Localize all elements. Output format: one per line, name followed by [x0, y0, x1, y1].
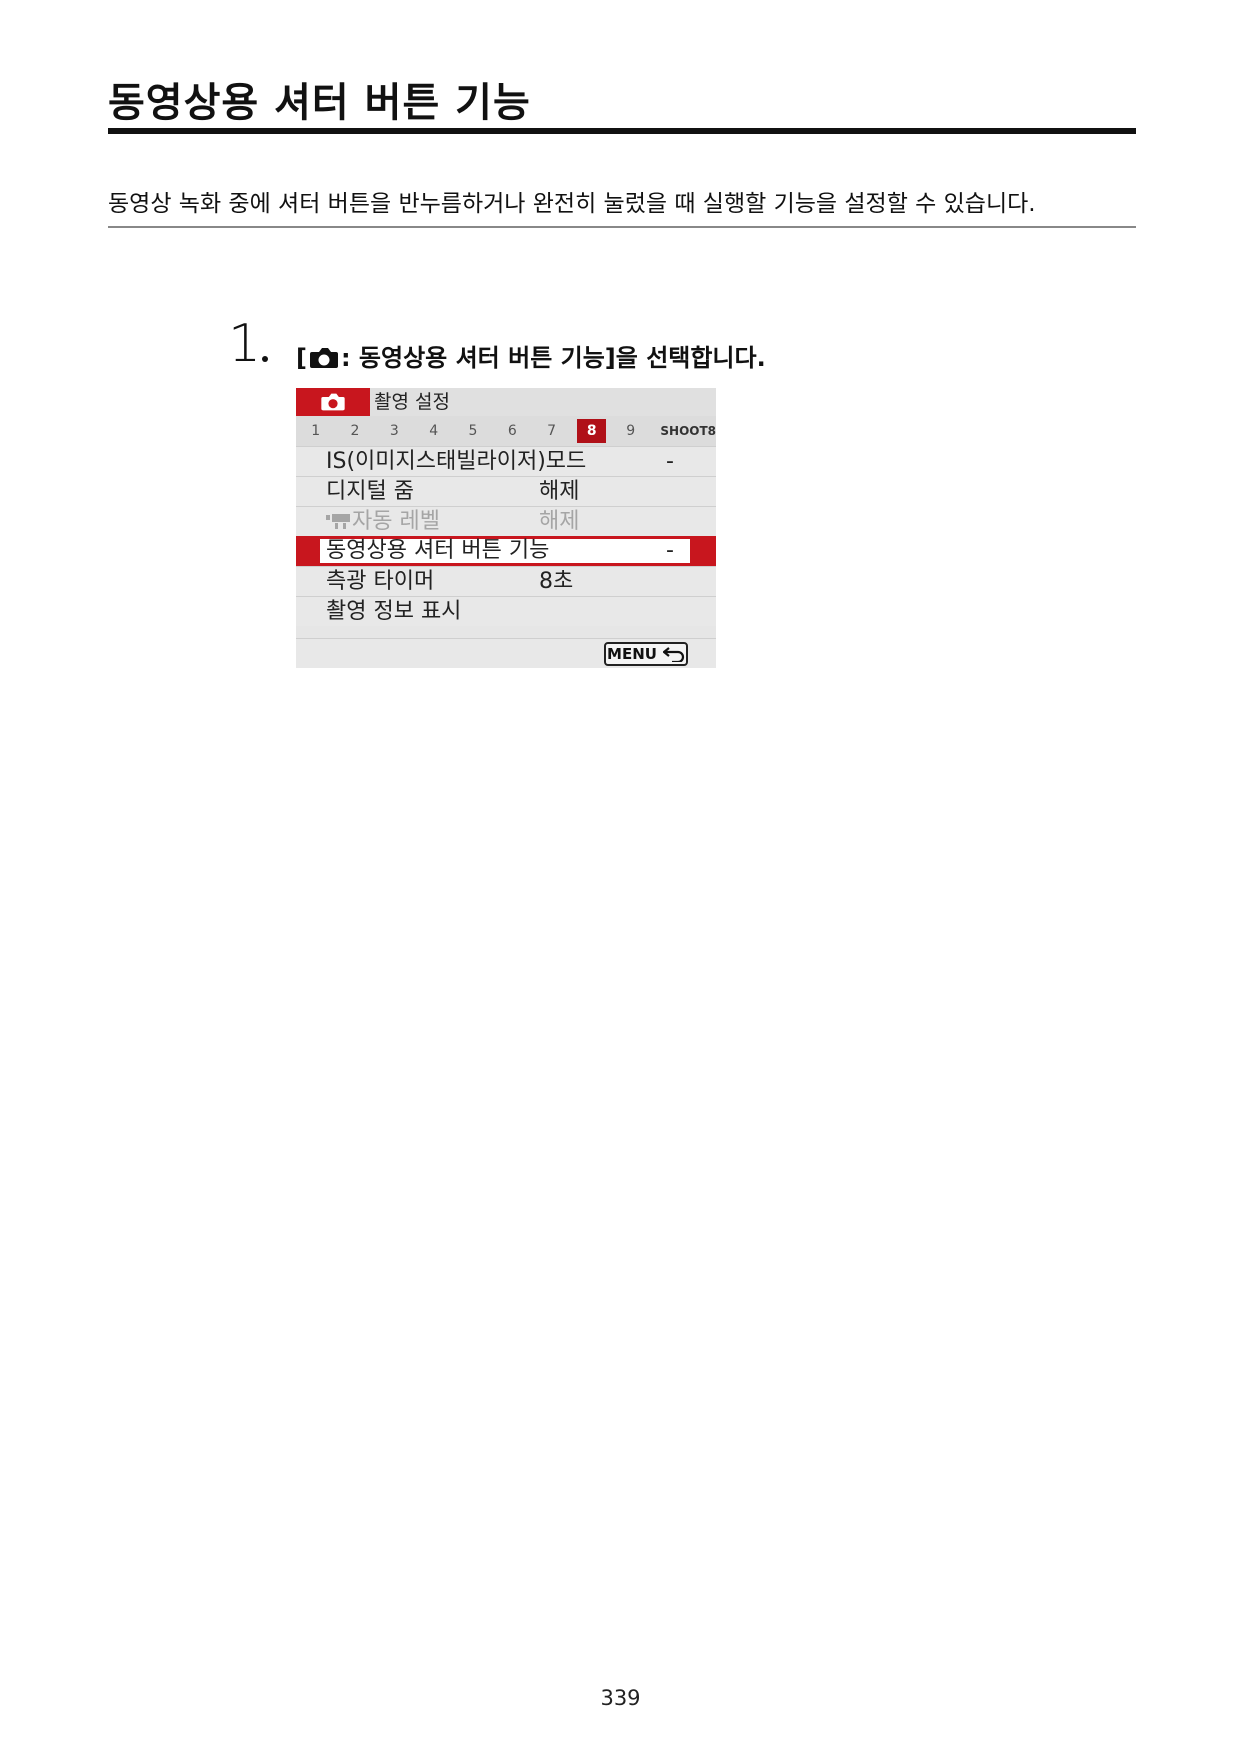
menu-page-selector: 1 2 3 4 5 6 7 8 9 SHOOT8	[296, 416, 716, 446]
camera-icon	[321, 393, 345, 411]
menu-page-7[interactable]: 7	[532, 423, 571, 439]
step-number: 1	[228, 314, 262, 374]
menu-page-4[interactable]: 4	[414, 423, 453, 439]
menu-item-text: 자동 레벨	[352, 509, 440, 534]
menu-page-tag: SHOOT8	[660, 424, 716, 438]
shooting-tab[interactable]	[296, 388, 370, 416]
menu-item-label: 측광 타이머	[326, 569, 435, 594]
page-number: 339	[600, 1686, 641, 1710]
menu-footer: MENU	[296, 638, 716, 668]
camera-menu-screen: 촬영 설정 1 2 3 4 5 6 7 8 9 SHOOT8 IS(이미지스태빌…	[296, 388, 716, 668]
movie-camera-icon	[326, 514, 350, 529]
menu-item-digital-zoom[interactable]: 디지털 줌 해제	[296, 476, 716, 506]
menu-back-button[interactable]: MENU	[604, 642, 688, 666]
menu-button-label: MENU	[607, 645, 657, 663]
menu-item-value: -	[666, 449, 674, 474]
menu-item-value: 8초	[539, 569, 574, 594]
menu-item-movie-shutter-button[interactable]: 동영상용 셔터 버튼 기능 -	[296, 536, 716, 566]
menu-item-label: IS(이미지스태빌라이저)모드	[326, 449, 587, 474]
page-title: 동영상용 셔터 버튼 기능	[108, 80, 531, 126]
menu-item-value: 해제	[539, 479, 580, 504]
step-label: : 동영상용 셔터 버튼 기능]을 선택합니다.	[340, 344, 766, 372]
menu-item-auto-level[interactable]: 자동 레벨 해제	[296, 506, 716, 536]
menu-page-1[interactable]: 1	[296, 423, 335, 439]
menu-page-2[interactable]: 2	[335, 423, 374, 439]
menu-item-label: 동영상용 셔터 버튼 기능	[326, 538, 550, 563]
menu-page-9[interactable]: 9	[611, 423, 650, 439]
menu-item-value: 해제	[539, 509, 580, 534]
intro-text: 동영상 녹화 중에 셔터 버튼을 반누름하거나 완전히 눌렀을 때 실행할 기능…	[108, 191, 1036, 217]
menu-page-3[interactable]: 3	[375, 423, 414, 439]
step-open-bracket: [	[296, 344, 307, 372]
menu-page-8-active[interactable]: 8	[577, 419, 607, 443]
menu-tab-title: 촬영 설정	[374, 391, 450, 413]
title-rule	[108, 128, 1136, 134]
menu-item-metering-timer[interactable]: 측광 타이머 8초	[296, 566, 716, 596]
return-arrow-icon	[662, 647, 684, 662]
intro-rule	[108, 226, 1136, 228]
step-instruction: [ : 동영상용 셔터 버튼 기능]을 선택합니다.	[296, 340, 766, 376]
menu-item-is-mode[interactable]: IS(이미지스태빌라이저)모드 -	[296, 446, 716, 476]
menu-page-6[interactable]: 6	[493, 423, 532, 439]
step-bullet	[262, 356, 268, 362]
camera-icon	[309, 348, 338, 368]
menu-item-label: 촬영 정보 표시	[326, 599, 462, 624]
menu-tab-bar: 촬영 설정	[296, 388, 716, 416]
menu-item-label: 자동 레벨	[326, 508, 440, 536]
menu-item-value: -	[666, 538, 674, 563]
menu-page-5[interactable]: 5	[453, 423, 492, 439]
menu-item-label: 디지털 줌	[326, 479, 414, 504]
menu-item-shooting-info-display[interactable]: 촬영 정보 표시	[296, 596, 716, 626]
